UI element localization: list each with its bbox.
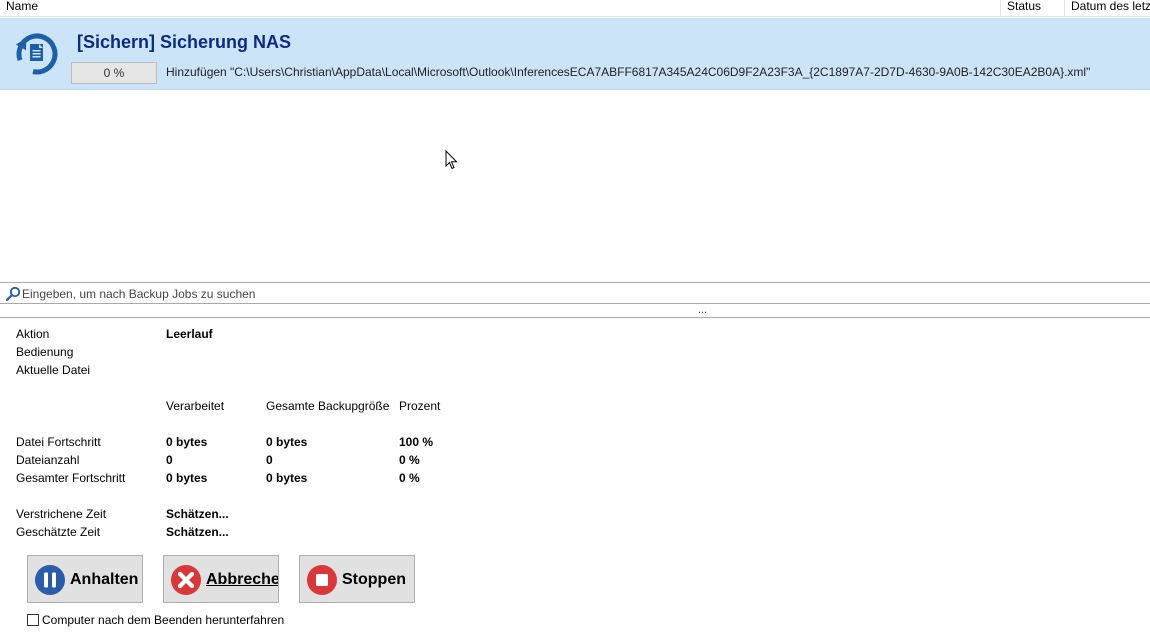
job-current-file: Hinzufügen "C:\Users\Christian\AppData\L…: [166, 65, 1091, 79]
estimated-time-label: Geschätzte Zeit: [16, 525, 101, 539]
row-total: 0 bytes: [266, 435, 308, 449]
row-total: 0 bytes: [266, 471, 308, 485]
row-processed: 0 bytes: [166, 435, 208, 449]
elapsed-time-value: Schätzen...: [166, 507, 229, 521]
splitter-grip[interactable]: ...: [698, 305, 707, 316]
panel-splitter[interactable]: ...: [0, 305, 1150, 318]
stop-button[interactable]: Stoppen: [299, 555, 415, 603]
row-total: 0: [266, 453, 273, 467]
operation-label: Bedienung: [16, 345, 74, 359]
cancel-button[interactable]: Abbrechen: [163, 555, 279, 603]
current-file-label: Aktuelle Datei: [16, 363, 91, 377]
header-processed: Verarbeitet: [166, 399, 225, 413]
header-total-size: Gesamte Backupgröße: [266, 399, 390, 413]
column-status[interactable]: Status: [1001, 0, 1065, 16]
job-search-bar: [0, 282, 1150, 304]
row-label: Datei Fortschritt: [16, 435, 101, 449]
column-last-date[interactable]: Datum des letz: [1065, 0, 1150, 16]
shutdown-checkbox[interactable]: [27, 614, 39, 626]
row-percent: 0 %: [399, 471, 420, 485]
row-percent: 100 %: [399, 435, 434, 449]
elapsed-time-label: Verstrichene Zeit: [16, 507, 107, 521]
close-icon: [171, 565, 201, 595]
job-progress-bar: 0 %: [71, 62, 157, 84]
row-processed: 0 bytes: [166, 471, 208, 485]
action-value: Leerlauf: [166, 327, 213, 341]
header-percent: Prozent: [399, 399, 441, 413]
action-label: Aktion: [16, 327, 50, 341]
pause-button-label: Anhalten: [70, 571, 139, 588]
shutdown-label[interactable]: Computer nach dem Beenden herunterfahren: [42, 613, 284, 627]
stop-button-label: Stoppen: [342, 571, 406, 588]
estimated-time-value: Schätzen...: [166, 525, 229, 539]
cancel-button-label: Abbrechen: [206, 571, 279, 588]
backup-job-row[interactable]: [Sichern] Sicherung NAS 0 % Hinzufügen "…: [0, 18, 1150, 90]
row-label: Gesamter Fortschritt: [16, 471, 126, 485]
row-percent: 0 %: [399, 453, 420, 467]
job-progress-text: 0 %: [103, 66, 125, 80]
row-processed: 0: [166, 453, 173, 467]
backup-restore-icon: [15, 33, 58, 75]
job-search-input[interactable]: [22, 284, 1142, 303]
list-column-header: Name Status Datum des letz: [0, 0, 1150, 17]
column-name[interactable]: Name: [0, 0, 1001, 16]
search-icon: [5, 286, 21, 302]
pause-icon: [35, 565, 65, 595]
job-title: [Sichern] Sicherung NAS: [77, 32, 292, 52]
mouse-cursor-icon: [445, 150, 458, 170]
stop-icon: [307, 565, 337, 595]
pause-button[interactable]: Anhalten: [27, 555, 143, 603]
row-label: Dateianzahl: [16, 453, 80, 467]
